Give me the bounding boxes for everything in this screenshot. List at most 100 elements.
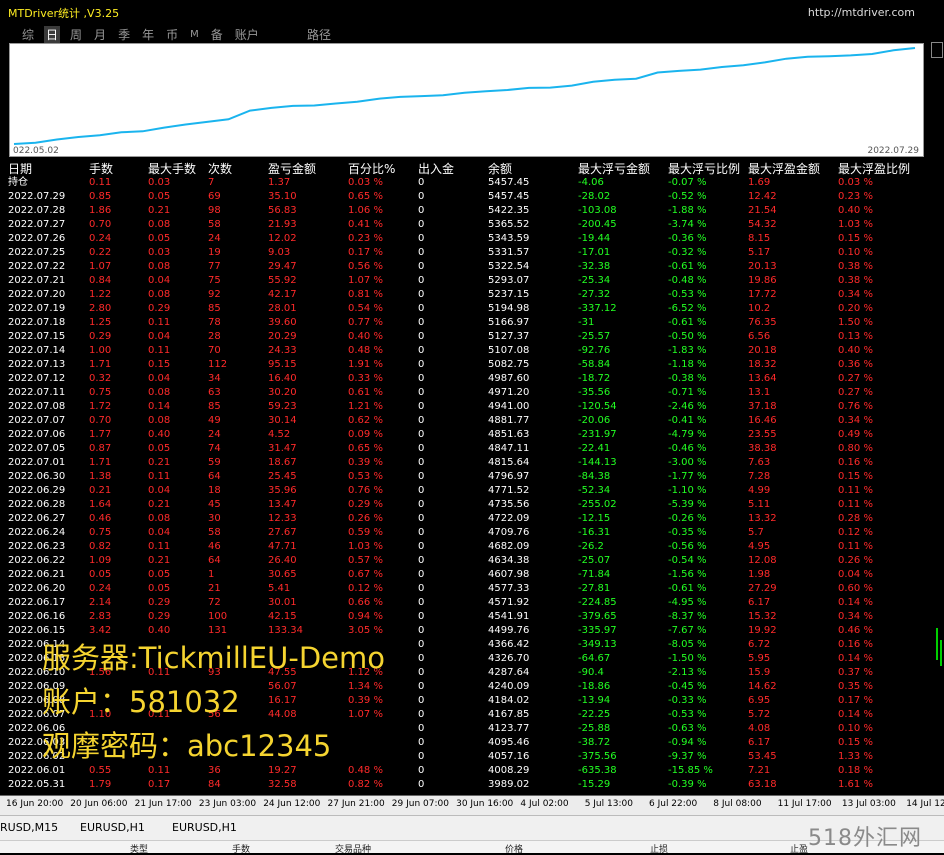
equity-chart-svg bbox=[13, 47, 916, 145]
table-cell: 2022.07.11 bbox=[8, 387, 66, 398]
time-tick: 23 Jun 03:00 bbox=[198, 799, 257, 809]
tab-1[interactable]: 日 bbox=[44, 26, 61, 44]
tab-8[interactable]: 备 bbox=[209, 26, 225, 44]
tab-4[interactable]: 季 bbox=[116, 26, 132, 44]
route-tab[interactable]: 路径 bbox=[307, 26, 331, 44]
table-cell: 0.36 % bbox=[838, 359, 873, 370]
table-cell: 0.82 % bbox=[348, 779, 383, 790]
table-cell: 4735.56 bbox=[488, 499, 530, 510]
trade-column-header[interactable]: 交易品种 bbox=[335, 842, 371, 855]
tab-7[interactable]: M bbox=[188, 26, 201, 44]
column-header[interactable]: 手数 bbox=[89, 160, 113, 177]
table-cell: -0.45 % bbox=[668, 681, 707, 692]
chart-start-date: 022.05.02 bbox=[13, 146, 59, 156]
table-cell: -25.57 bbox=[578, 331, 611, 342]
table-cell: 0 bbox=[418, 373, 425, 384]
column-header[interactable]: 百分比% bbox=[348, 160, 395, 177]
column-header[interactable]: 最大浮亏金额 bbox=[578, 160, 650, 177]
table-cell: 0.70 bbox=[89, 415, 112, 426]
resize-grip[interactable] bbox=[931, 42, 943, 58]
table-cell: 18.67 bbox=[268, 457, 297, 468]
table-cell: 0.08 bbox=[148, 415, 171, 426]
table-cell: 0.10 % bbox=[838, 723, 873, 734]
table-row: 2022.07.13 1.71 0.15 112 95.15 1.91 % 0 5082.75… bbox=[6, 358, 929, 372]
column-header[interactable]: 盈亏金额 bbox=[268, 160, 316, 177]
table-cell: 32.58 bbox=[268, 779, 297, 790]
table-cell: 0 bbox=[418, 415, 425, 426]
tab-2[interactable]: 周 bbox=[68, 26, 84, 44]
table-cell: 0.04 % bbox=[838, 569, 873, 580]
table-cell: 0 bbox=[418, 219, 425, 230]
table-cell: 25.45 bbox=[268, 471, 297, 482]
column-header[interactable]: 最大浮盈金额 bbox=[748, 160, 820, 177]
table-cell: 20.13 bbox=[748, 261, 777, 272]
tab-0[interactable]: 综 bbox=[20, 26, 36, 44]
table-header: 日期 手数 最大手数 次数 盈亏金额 百分比% 出入金 余额 最大浮亏金额 最大浮亏比例 最大浮盈金… bbox=[6, 160, 929, 176]
time-tick: 4 Jul 02:00 bbox=[520, 799, 569, 809]
time-tick: 6 Jul 22:00 bbox=[649, 799, 698, 809]
table-cell: -231.97 bbox=[578, 429, 617, 440]
table-cell: 24 bbox=[208, 429, 221, 440]
table-cell: 5.11 bbox=[748, 499, 771, 510]
table-cell: 0 bbox=[418, 527, 425, 538]
website-link[interactable]: http://mtdriver.com bbox=[808, 6, 915, 19]
column-header[interactable]: 余额 bbox=[488, 160, 512, 177]
column-header[interactable]: 日期 bbox=[8, 160, 32, 177]
table-row: 2022.05.31 1.79 0.17 84 32.58 0.82 % 0 3989.02 -… bbox=[6, 778, 929, 792]
table-cell: 0.15 bbox=[148, 359, 171, 370]
table-cell: -0.32 % bbox=[668, 247, 707, 258]
table-cell: 12.08 bbox=[748, 555, 777, 566]
table-cell: 0.03 bbox=[148, 177, 171, 188]
table-cell: 4.08 bbox=[748, 723, 771, 734]
table-cell: 0.11 bbox=[148, 471, 171, 482]
table-cell: 0.29 bbox=[148, 303, 171, 314]
mtdriver-panel: MTDriver统计 ,V3.25 http://mtdriver.com 综日… bbox=[6, 0, 929, 795]
table-cell: -4.79 % bbox=[668, 429, 707, 440]
trade-column-header[interactable]: 止损 bbox=[650, 842, 668, 855]
column-header[interactable]: 次数 bbox=[208, 160, 232, 177]
table-cell: 0 bbox=[418, 401, 425, 412]
table-cell: -0.39 % bbox=[668, 779, 707, 790]
table-cell: 0 bbox=[418, 667, 425, 678]
trade-table-header: 类型 手数 交易品种 价格 止损 止盈 bbox=[0, 840, 944, 855]
table-cell: 31.47 bbox=[268, 443, 297, 454]
table-cell: 5457.45 bbox=[488, 177, 530, 188]
column-header[interactable]: 最大浮盈比例 bbox=[838, 160, 910, 177]
table-cell: -25.34 bbox=[578, 275, 611, 286]
table-cell: 0 bbox=[418, 737, 425, 748]
table-row: 2022.07.05 0.87 0.05 74 31.47 0.65 % 0 4847.11 -… bbox=[6, 442, 929, 456]
table-cell: -379.65 bbox=[578, 611, 617, 622]
table-cell: 4499.76 bbox=[488, 625, 530, 636]
tab-6[interactable]: 币 bbox=[164, 26, 180, 44]
table-cell: 0 bbox=[418, 345, 425, 356]
table-cell: 95.15 bbox=[268, 359, 297, 370]
table-cell: 2.83 bbox=[89, 611, 112, 622]
trade-column-header[interactable]: 类型 bbox=[130, 842, 148, 855]
table-cell: 0.17 % bbox=[838, 695, 873, 706]
symbol-tab[interactable]: EURUSD,H1 bbox=[172, 821, 237, 834]
tab-9[interactable]: 账户 bbox=[233, 26, 261, 44]
tab-5[interactable]: 年 bbox=[140, 26, 156, 44]
table-cell: 1 bbox=[208, 569, 215, 580]
table-cell: 1.86 bbox=[89, 205, 112, 216]
table-cell: 19 bbox=[208, 247, 221, 258]
table-cell: 0.03 % bbox=[348, 177, 383, 188]
symbol-tab[interactable]: EURUSD,H1 bbox=[80, 821, 145, 834]
tab-3[interactable]: 月 bbox=[92, 26, 108, 44]
table-cell: 0.38 % bbox=[838, 261, 873, 272]
price-bar bbox=[936, 628, 938, 660]
table-cell: 18 bbox=[208, 485, 221, 496]
table-cell: 0 bbox=[418, 597, 425, 608]
column-header[interactable]: 最大手数 bbox=[148, 160, 196, 177]
symbol-tab[interactable]: RUSD,M15 bbox=[0, 821, 58, 834]
trade-column-header[interactable]: 止盈 bbox=[790, 842, 808, 855]
trade-column-header[interactable]: 手数 bbox=[232, 842, 250, 855]
table-cell: -1.56 % bbox=[668, 569, 707, 580]
trade-column-header[interactable]: 价格 bbox=[505, 842, 523, 855]
column-header[interactable]: 出入金 bbox=[418, 160, 454, 177]
table-cell: 42.17 bbox=[268, 289, 297, 300]
table-cell: -0.26 % bbox=[668, 513, 707, 524]
table-cell: 0.70 bbox=[89, 219, 112, 230]
table-cell: -0.94 % bbox=[668, 737, 707, 748]
column-header[interactable]: 最大浮亏比例 bbox=[668, 160, 740, 177]
